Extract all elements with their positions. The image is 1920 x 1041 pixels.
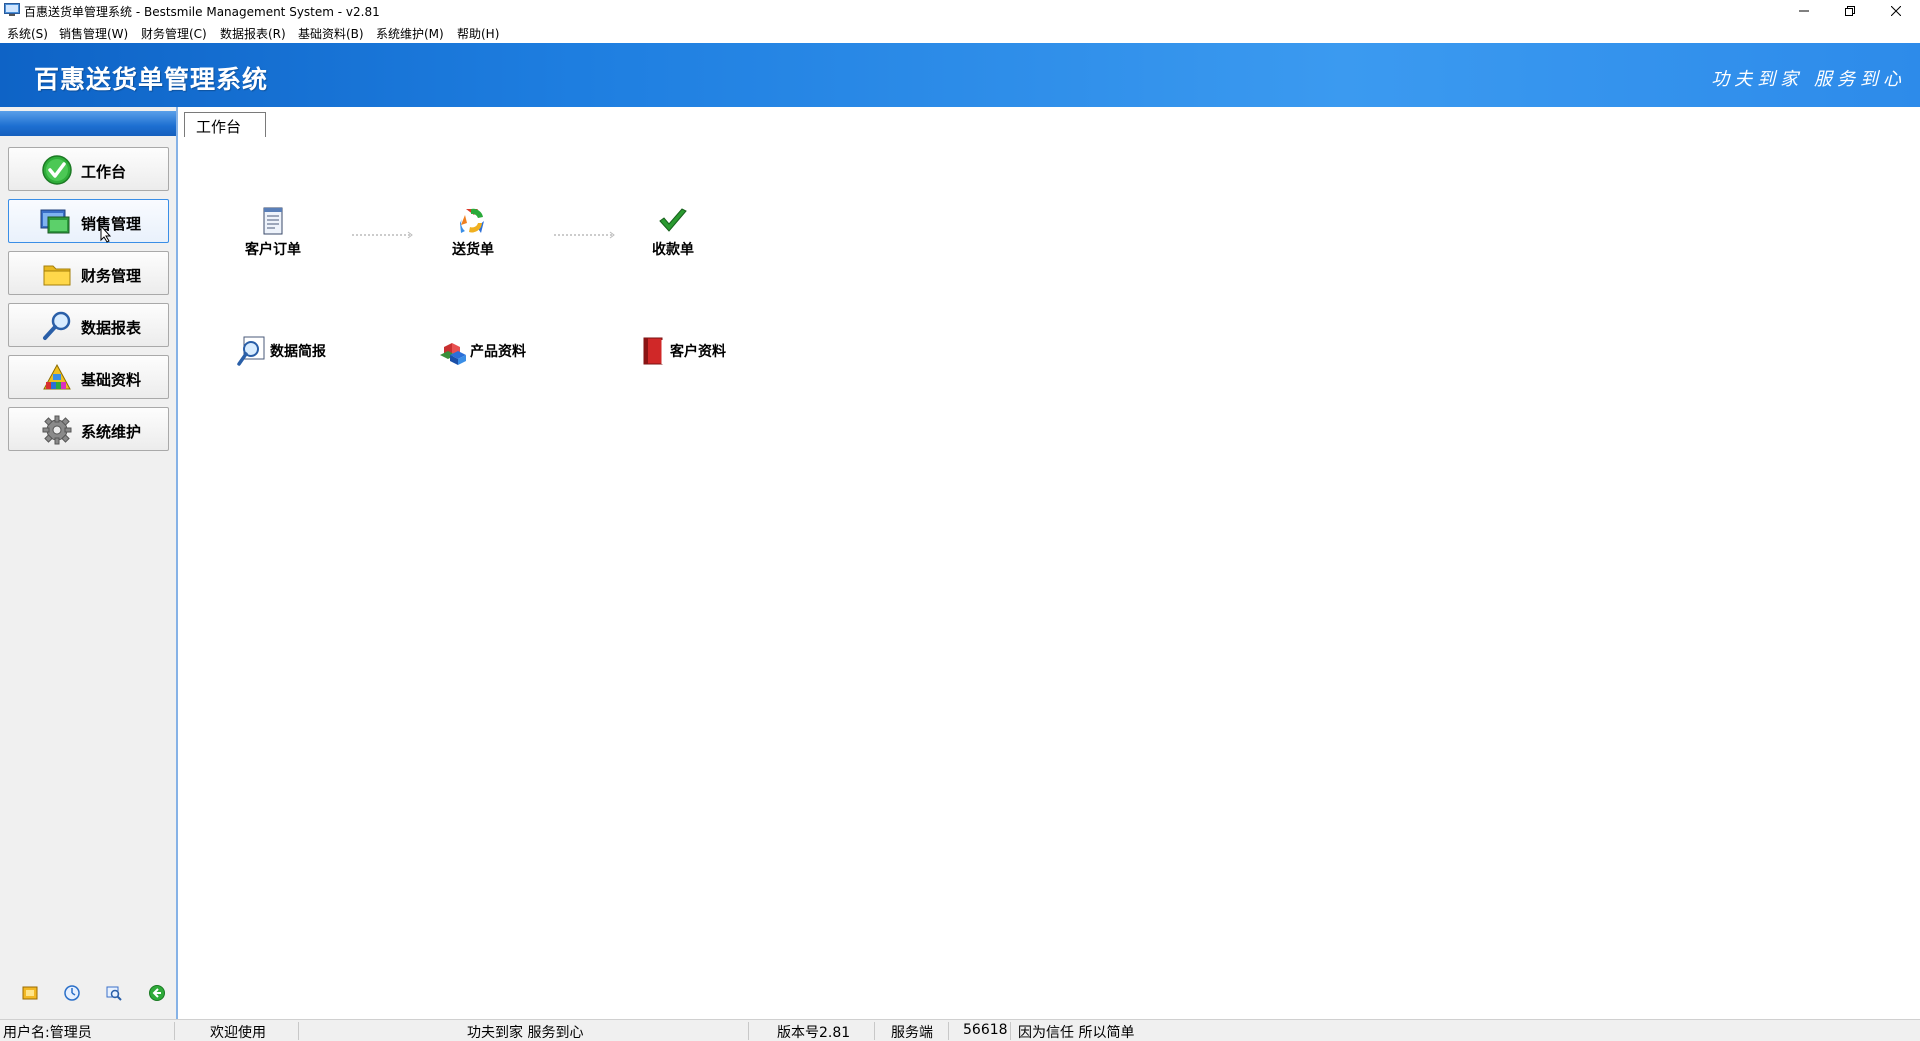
status-slogan: 功夫到家 服务到心 bbox=[467, 1025, 584, 1041]
status-user: 用户名:管理员 bbox=[3, 1025, 92, 1041]
back-tool-icon[interactable] bbox=[148, 984, 166, 1002]
sidebar-item-label: 基础资料 bbox=[81, 371, 142, 389]
status-divider bbox=[874, 1022, 875, 1040]
status-divider bbox=[1010, 1022, 1011, 1040]
sidebar-item-workbench[interactable]: 工作台 bbox=[8, 147, 169, 191]
status-divider bbox=[174, 1022, 175, 1040]
status-bar: 用户名:管理员 欢迎使用 功夫到家 服务到心 版本号2.81 服务端 56618… bbox=[0, 1019, 1920, 1041]
shortcut-data-brief[interactable]: 数据简报 bbox=[236, 335, 326, 367]
shortcut-label: 产品资料 bbox=[470, 344, 526, 360]
restore-icon bbox=[1845, 6, 1855, 16]
sidebar-item-sales[interactable]: 销售管理 bbox=[8, 199, 169, 243]
close-icon bbox=[1891, 6, 1901, 16]
shortcut-customer-info[interactable]: 客户资料 bbox=[636, 335, 726, 367]
app-icon bbox=[4, 3, 20, 16]
red-book-icon bbox=[643, 337, 663, 365]
product-cubes-icon bbox=[440, 343, 466, 365]
menu-help[interactable]: 帮助(H) bbox=[457, 25, 499, 42]
main-content: 工作台 客户订单 送货单 收款单 数据简报 产品资料 客户资料 bbox=[180, 107, 1920, 1019]
menu-finance[interactable]: 财务管理(C) bbox=[141, 25, 207, 42]
menu-bar: 系统(S) 销售管理(W) 财务管理(C) 数据报表(R) 基础资料(B) 系统… bbox=[0, 22, 1920, 43]
flow-receipt[interactable]: 收款单 bbox=[645, 205, 701, 259]
header-banner: 百惠送货单管理系统 功夫到家 服务到心 bbox=[0, 43, 1920, 107]
restore-button[interactable] bbox=[1827, 0, 1873, 22]
status-motto: 因为信任 所以简单 bbox=[1018, 1025, 1135, 1041]
flow-label: 收款单 bbox=[652, 242, 694, 258]
sidebar-item-basic-data[interactable]: 基础资料 bbox=[8, 355, 169, 399]
status-welcome: 欢迎使用 bbox=[210, 1025, 266, 1041]
flow-label: 客户订单 bbox=[245, 242, 301, 258]
sidebar: 工作台 销售管理 财务管理 数据报表 基础资料 系统维护 bbox=[0, 107, 178, 1019]
search-tool-icon[interactable] bbox=[105, 984, 123, 1002]
minimize-button[interactable] bbox=[1781, 0, 1827, 22]
status-version: 版本号2.81 bbox=[777, 1025, 851, 1041]
app-window: 百惠送货单管理系统 - Bestsmile Management System … bbox=[0, 0, 1920, 1041]
status-server-label: 服务端 bbox=[891, 1025, 933, 1041]
sidebar-item-maintenance[interactable]: 系统维护 bbox=[8, 407, 169, 451]
order-document-icon bbox=[263, 207, 283, 235]
status-divider bbox=[948, 1022, 949, 1040]
sidebar-item-finance[interactable]: 财务管理 bbox=[8, 251, 169, 295]
folder-icon bbox=[43, 265, 71, 286]
green-check-circle-icon bbox=[42, 155, 72, 185]
menu-sales[interactable]: 销售管理(W) bbox=[59, 25, 128, 42]
recycle-arrows-icon bbox=[460, 208, 484, 233]
color-chart-icon bbox=[43, 363, 71, 390]
status-divider bbox=[748, 1022, 749, 1040]
title-bar: 百惠送货单管理系统 - Bestsmile Management System … bbox=[0, 0, 1920, 22]
flow-delivery-note[interactable]: 送货单 bbox=[445, 205, 501, 259]
gear-icon bbox=[42, 415, 72, 445]
sidebar-item-reports[interactable]: 数据报表 bbox=[8, 303, 169, 347]
flow-arrow-2 bbox=[554, 231, 615, 239]
minimize-icon bbox=[1799, 10, 1809, 12]
menu-maintenance[interactable]: 系统维护(M) bbox=[376, 25, 444, 42]
status-server-value: 56618 bbox=[963, 1022, 1008, 1038]
flow-label: 送货单 bbox=[452, 242, 494, 258]
tab-workbench[interactable]: 工作台 bbox=[184, 112, 266, 137]
status-divider bbox=[298, 1022, 299, 1040]
menu-system[interactable]: 系统(S) bbox=[7, 25, 48, 42]
sidebar-item-label: 财务管理 bbox=[81, 267, 142, 285]
shortcut-product-info[interactable]: 产品资料 bbox=[436, 335, 526, 367]
close-button[interactable] bbox=[1873, 0, 1919, 22]
sidebar-item-label: 工作台 bbox=[81, 163, 127, 181]
clock-tool-icon[interactable] bbox=[63, 984, 81, 1002]
menu-basic-data[interactable]: 基础资料(B) bbox=[298, 25, 364, 42]
app-title: 百惠送货单管理系统 bbox=[34, 65, 269, 94]
window-title: 百惠送货单管理系统 - Bestsmile Management System … bbox=[24, 5, 380, 19]
sidebar-item-label: 系统维护 bbox=[81, 423, 142, 441]
magnifier-icon bbox=[43, 311, 71, 340]
sidebar-item-label: 数据报表 bbox=[81, 319, 142, 337]
banner-slogan: 功夫到家 服务到心 bbox=[1711, 69, 1906, 90]
mouse-cursor-icon bbox=[100, 225, 112, 243]
flow-arrow-1 bbox=[352, 231, 413, 239]
sidebar-header-strip bbox=[0, 111, 176, 136]
flow-customer-order[interactable]: 客户订单 bbox=[240, 205, 306, 259]
green-checkmark-icon bbox=[659, 208, 687, 232]
menu-reports[interactable]: 数据报表(R) bbox=[220, 25, 286, 42]
monitor-window-icon bbox=[40, 209, 70, 234]
folder-tool-icon[interactable] bbox=[21, 984, 39, 1002]
report-magnifier-icon bbox=[237, 336, 265, 366]
shortcut-label: 数据简报 bbox=[270, 344, 326, 360]
shortcut-label: 客户资料 bbox=[670, 344, 726, 360]
